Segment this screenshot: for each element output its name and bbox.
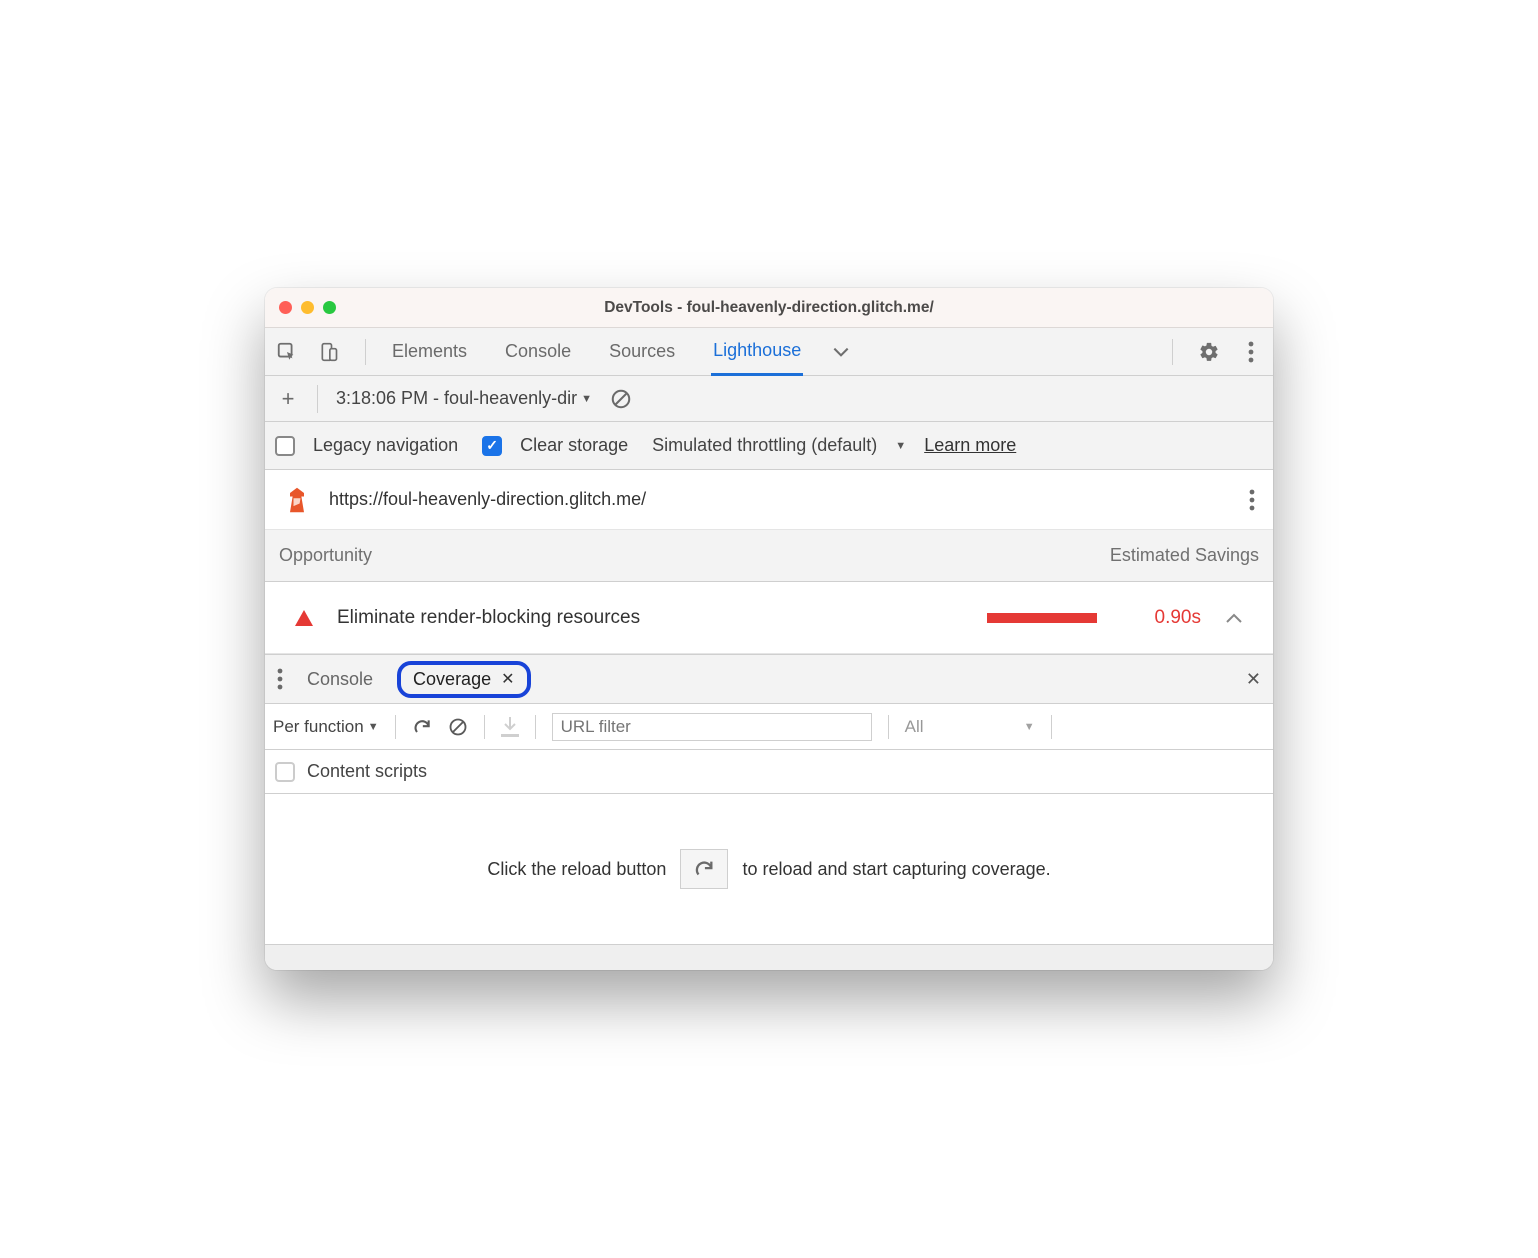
footer-bar [265,944,1273,970]
tab-sources[interactable]: Sources [607,328,677,376]
clear-report-icon[interactable] [610,388,632,410]
lighthouse-options-row: + 3:18:06 PM - foul-heavenly-dir ▼ [265,376,1273,422]
divider [484,715,485,739]
device-toolbar-icon[interactable] [317,340,341,364]
type-filter-dropdown[interactable]: All ▼ [905,717,1035,737]
throttling-dropdown[interactable]: Simulated throttling (default) ▼ [652,435,906,456]
main-tabs: Elements Console Sources Lighthouse [390,328,803,376]
coverage-empty-state: Click the reload button to reload and st… [265,794,1273,944]
empty-text-pre: Click the reload button [487,859,666,880]
divider [365,339,366,365]
savings-column-header: Estimated Savings [1110,545,1259,566]
url-filter-input[interactable] [552,713,872,741]
reload-icon[interactable] [412,717,432,737]
drawer-tab-coverage-label: Coverage [413,669,491,690]
divider [888,715,889,739]
divider [317,385,318,413]
granularity-label: Per function [273,717,364,737]
drawer-tab-console[interactable]: Console [307,669,373,690]
clear-coverage-icon[interactable] [448,717,468,737]
divider [1051,715,1052,739]
divider [395,715,396,739]
audited-url: https://foul-heavenly-direction.glitch.m… [329,489,1231,510]
fail-triangle-icon [295,610,313,626]
savings-value: 0.90s [1121,607,1201,629]
report-selector-label: 3:18:06 PM - foul-heavenly-dir [336,388,577,409]
report-menu-icon[interactable] [1249,489,1255,511]
drawer-tab-bar: Console Coverage ✕ ✕ [265,654,1273,704]
main-tab-left [275,339,372,365]
close-drawer-icon[interactable]: ✕ [1246,669,1261,690]
dropdown-caret-icon: ▼ [581,393,592,405]
dropdown-caret-icon: ▼ [368,721,379,733]
divider [1172,339,1173,365]
legacy-navigation-checkbox[interactable] [275,436,295,456]
content-scripts-row: Content scripts [265,750,1273,794]
audit-title: Eliminate render-blocking resources [337,607,963,629]
dropdown-caret-icon: ▼ [1024,721,1035,733]
tab-console[interactable]: Console [503,328,573,376]
divider [535,715,536,739]
drawer-tab-coverage[interactable]: Coverage ✕ [397,661,530,698]
inspect-element-icon[interactable] [275,340,299,364]
opportunity-column-header: Opportunity [279,545,1110,566]
report-selector-dropdown[interactable]: 3:18:06 PM - foul-heavenly-dir ▼ [336,388,592,409]
close-tab-icon[interactable]: ✕ [501,669,514,689]
content-scripts-label: Content scripts [307,761,427,782]
settings-gear-icon[interactable] [1197,340,1221,364]
savings-bar [987,613,1097,623]
opportunities-header: Opportunity Estimated Savings [265,530,1273,582]
titlebar: DevTools - foul-heavenly-direction.glitc… [265,288,1273,328]
lighthouse-url-row: https://foul-heavenly-direction.glitch.m… [265,470,1273,530]
lighthouse-logo-icon [283,486,311,514]
new-report-button[interactable]: + [277,386,299,412]
more-tabs-icon[interactable] [831,345,851,359]
tab-lighthouse[interactable]: Lighthouse [711,328,803,376]
type-filter-label: All [905,717,924,737]
clear-storage-label: Clear storage [520,435,628,456]
dropdown-caret-icon: ▼ [895,440,906,452]
empty-text-post: to reload and start capturing coverage. [742,859,1050,880]
main-tab-bar: Elements Console Sources Lighthouse [265,328,1273,376]
export-icon [501,717,519,737]
devtools-window: DevTools - foul-heavenly-direction.glitc… [265,288,1273,970]
tab-elements[interactable]: Elements [390,328,469,376]
kebab-menu-icon[interactable] [1239,340,1263,364]
chevron-up-icon[interactable] [1225,612,1243,624]
audit-row[interactable]: Eliminate render-blocking resources 0.90… [265,582,1273,654]
coverage-toolbar: Per function ▼ All ▼ [265,704,1273,750]
lighthouse-settings-row: Legacy navigation ✓ Clear storage Simula… [265,422,1273,470]
clear-storage-checkbox[interactable]: ✓ [482,436,502,456]
learn-more-link[interactable]: Learn more [924,435,1016,456]
legacy-navigation-label: Legacy navigation [313,435,458,456]
throttling-label: Simulated throttling (default) [652,435,877,456]
window-title: DevTools - foul-heavenly-direction.glitc… [265,299,1273,317]
reload-button[interactable] [680,849,728,889]
content-scripts-checkbox[interactable] [275,762,295,782]
main-tab-right [1166,339,1263,365]
granularity-dropdown[interactable]: Per function ▼ [273,717,379,737]
drawer-menu-icon[interactable] [277,668,283,690]
